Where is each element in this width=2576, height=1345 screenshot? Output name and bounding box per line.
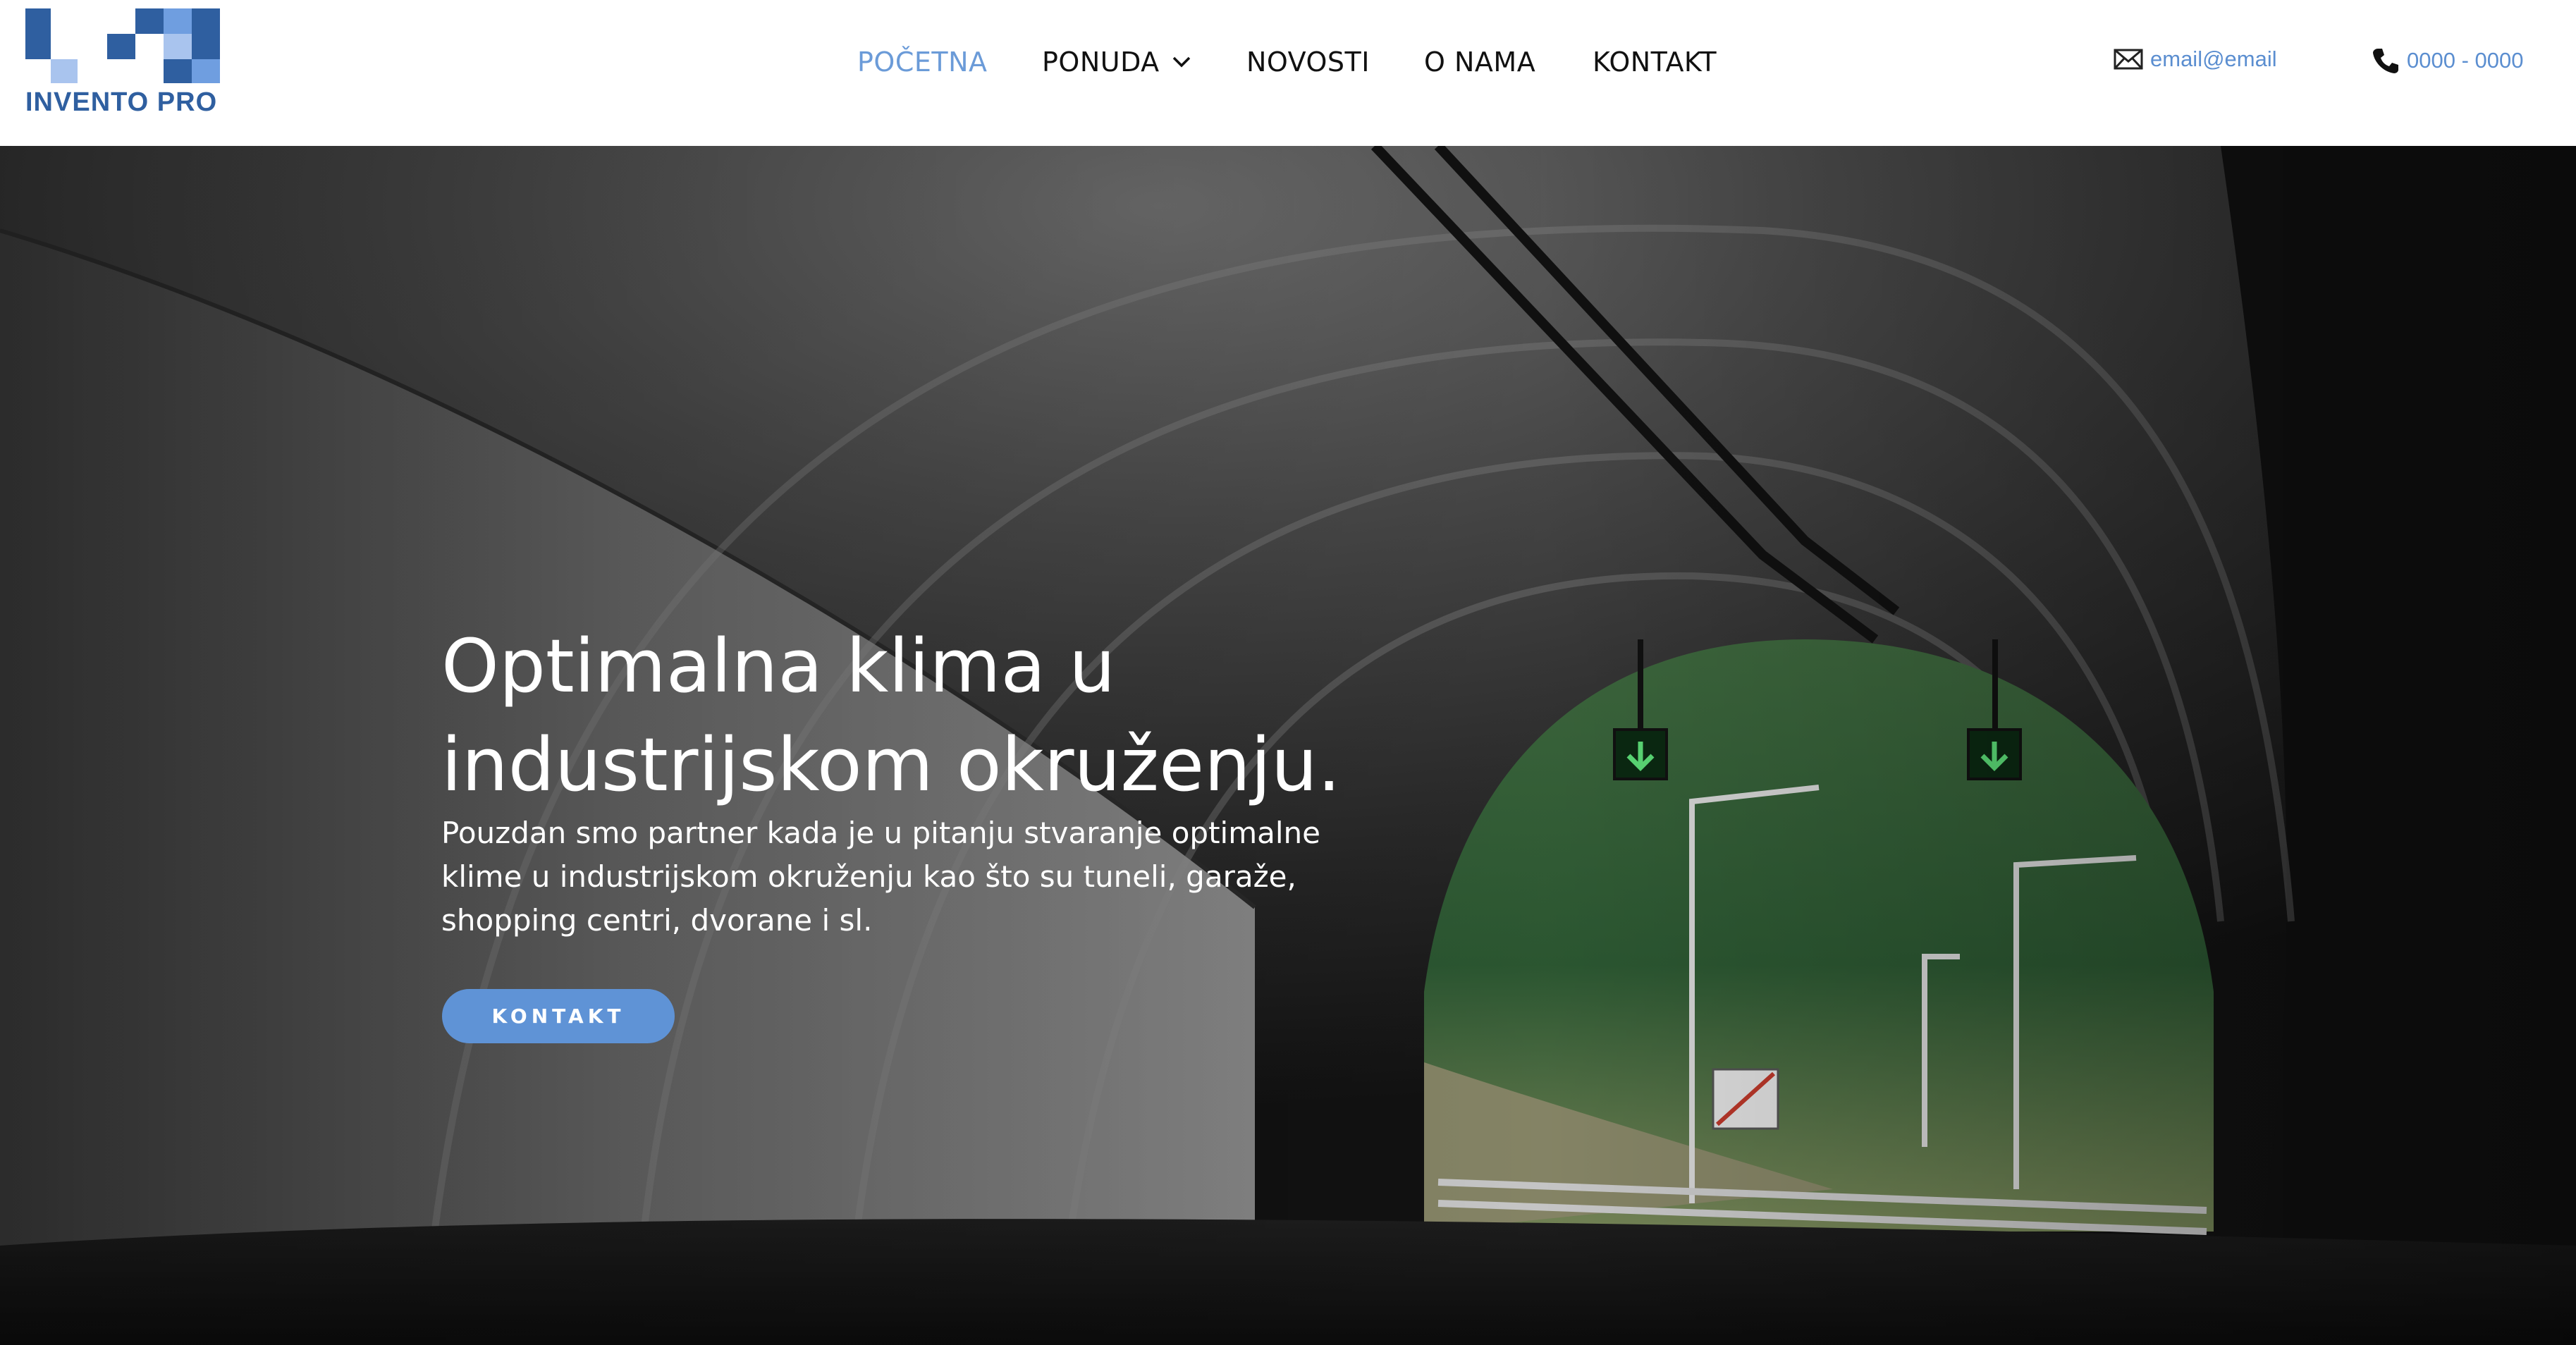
hero-description: Pouzdan smo partner kada je u pitanju st… <box>441 816 1320 938</box>
nav-label: POČETNA <box>857 47 988 78</box>
logo-text: INVENTO PRO <box>25 87 218 117</box>
nav-label: O NAMA <box>1424 47 1536 78</box>
site-header: INVENTO PRO POČETNA PONUDA NOVOSTI O NAM… <box>0 0 2576 146</box>
nav-item-o-nama[interactable]: O NAMA <box>1424 41 1535 83</box>
nav-label: NOVOSTI <box>1246 47 1370 78</box>
nav-item-novosti[interactable]: NOVOSTI <box>1246 41 1370 83</box>
contact-button[interactable]: KONTAKT <box>442 989 675 1043</box>
hero-title: Optimalna klima u industrijskom okruženj… <box>441 623 1341 808</box>
nav-label: PONUDA <box>1042 47 1160 78</box>
email-link[interactable]: email@email <box>2114 47 2277 72</box>
nav-label: KONTAKT <box>1593 47 1717 78</box>
nav-item-ponuda[interactable]: PONUDA <box>1042 41 1192 83</box>
nav-item-kontakt[interactable]: KONTAKT <box>1593 41 1717 83</box>
email-text: email@email <box>2150 47 2277 71</box>
nav-item-pocetna[interactable]: POČETNA <box>857 41 988 83</box>
phone-icon <box>2373 49 2398 73</box>
chevron-down-icon <box>1172 56 1190 68</box>
phone-text: 0000 - 0000 <box>2407 48 2524 73</box>
envelope-icon <box>2114 49 2143 70</box>
phone-link[interactable]: 0000 - 0000 <box>2372 47 2523 75</box>
hero-section: Optimalna klima u industrijskom okruženj… <box>0 146 2576 1345</box>
